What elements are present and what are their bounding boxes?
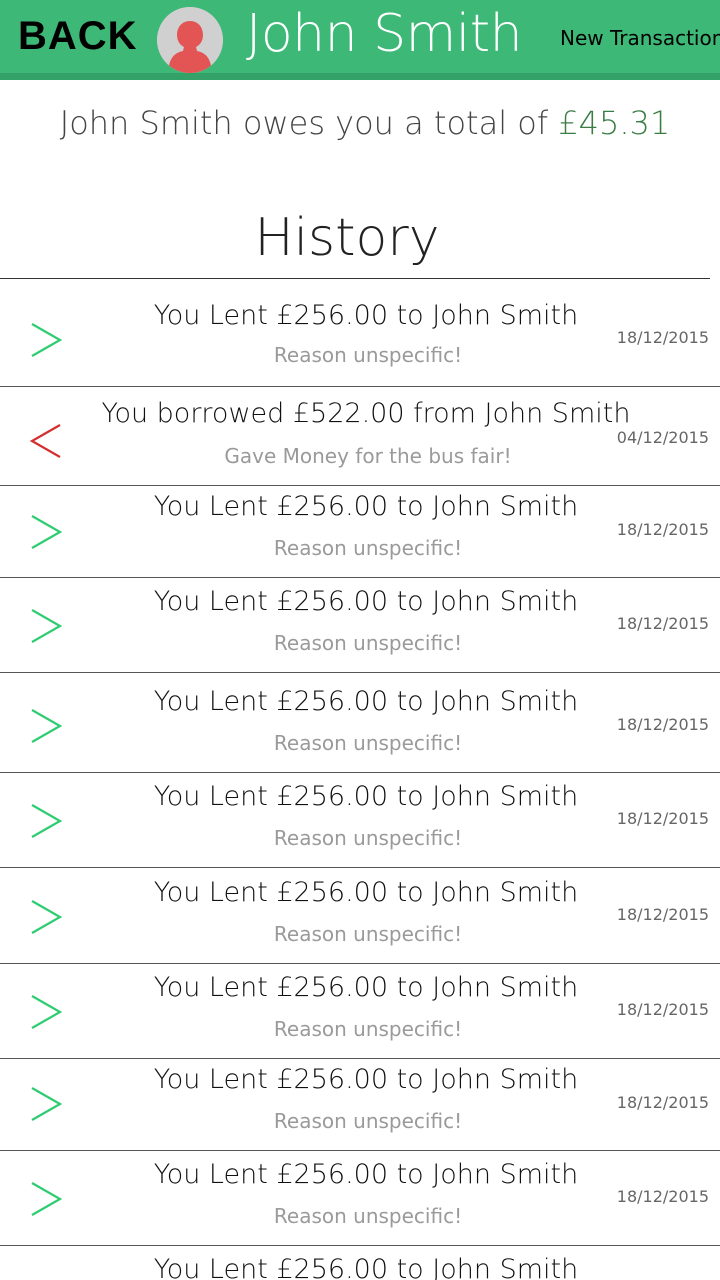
transaction-reason: Reason unspecific!	[273, 826, 463, 850]
back-button[interactable]: BACK	[18, 14, 138, 59]
transaction-reason: Reason unspecific!	[273, 1017, 463, 1041]
transaction-reason: Reason unspecific!	[273, 1109, 463, 1133]
transaction-date: 18/12/2015	[616, 614, 709, 633]
transaction-row[interactable]: You Lent £256.00 to John Smith Reason uns…	[0, 673, 720, 773]
transaction-row[interactable]: You Lent £256.00 to John Smith Reason uns…	[0, 868, 720, 964]
new-transaction-button[interactable]: New Transaction	[560, 26, 720, 50]
transaction-row[interactable]: You Lent £256.00 to John Smith Reason uns…	[0, 964, 720, 1059]
transaction-title: You borrowed £522.00 from John Smith	[101, 398, 631, 429]
transaction-title: You Lent £256.00 to John Smith	[153, 1064, 579, 1095]
transaction-title: You Lent £256.00 to John Smith	[153, 1159, 579, 1190]
transaction-date: 18/12/2015	[616, 1187, 709, 1206]
transaction-date: 18/12/2015	[616, 715, 709, 734]
transaction-row[interactable]: You Lent £256.00 to John Smith Reason uns…	[0, 486, 720, 578]
transaction-row[interactable]: You Lent £256.00 to John Smith Reason uns…	[0, 773, 720, 868]
transaction-reason: Reason unspecific!	[273, 536, 463, 560]
transaction-reason: Reason unspecific!	[273, 731, 463, 755]
transaction-title: You Lent £256.00 to John Smith	[153, 586, 579, 617]
transaction-title: You Lent £256.00 to John Smith	[153, 491, 579, 522]
transaction-row[interactable]: You Lent £256.00 to John Smith Reason uns…	[0, 578, 720, 673]
transaction-reason: Gave Money for the bus fair!	[224, 444, 512, 468]
transaction-reason: Reason unspecific!	[273, 922, 463, 946]
transaction-title: You Lent £256.00 to John Smith	[153, 686, 579, 717]
transaction-date: 18/12/2015	[616, 1093, 709, 1112]
transaction-date: 18/12/2015	[616, 905, 709, 924]
transaction-title: You Lent £256.00 to John Smith	[153, 300, 579, 331]
transaction-reason: Reason unspecific!	[273, 343, 463, 367]
transaction-date: 18/12/2015	[616, 328, 709, 347]
transaction-row[interactable]: You Lent £256.00 to John Smith	[0, 1246, 720, 1280]
person-avatar-icon[interactable]	[157, 7, 223, 73]
transaction-title: You Lent £256.00 to John Smith	[153, 781, 579, 812]
contact-name: John Smith	[246, 4, 523, 64]
app-header: BACK John Smith New Transaction	[0, 0, 720, 80]
transaction-reason: Reason unspecific!	[273, 1204, 463, 1228]
transaction-row[interactable]: You borrowed £522.00 from John Smith Gave…	[0, 387, 720, 486]
transaction-title: You Lent £256.00 to John Smith	[153, 877, 579, 908]
transaction-row[interactable]: You Lent £256.00 to John Smith Reason uns…	[0, 286, 720, 387]
transaction-reason: Reason unspecific!	[273, 631, 463, 655]
balance-summary-text: John Smith owes you a total of	[59, 104, 559, 142]
transaction-date: 18/12/2015	[616, 1000, 709, 1019]
balance-summary: John Smith owes you a total of £45.31	[0, 104, 720, 142]
history-title: History	[254, 208, 440, 268]
transaction-date: 04/12/2015	[616, 428, 709, 447]
transaction-title: You Lent £256.00 to John Smith	[153, 1254, 579, 1280]
transaction-title: You Lent £256.00 to John Smith	[153, 972, 579, 1003]
transaction-row[interactable]: You Lent £256.00 to John Smith Reason uns…	[0, 1059, 720, 1151]
transaction-date: 18/12/2015	[616, 809, 709, 828]
transaction-list: You Lent £256.00 to John Smith Reason uns…	[0, 286, 720, 1280]
transaction-row[interactable]: You Lent £256.00 to John Smith Reason uns…	[0, 1151, 720, 1246]
history-divider	[0, 278, 710, 279]
transaction-date: 18/12/2015	[616, 520, 709, 539]
balance-amount: £45.31	[558, 104, 671, 142]
